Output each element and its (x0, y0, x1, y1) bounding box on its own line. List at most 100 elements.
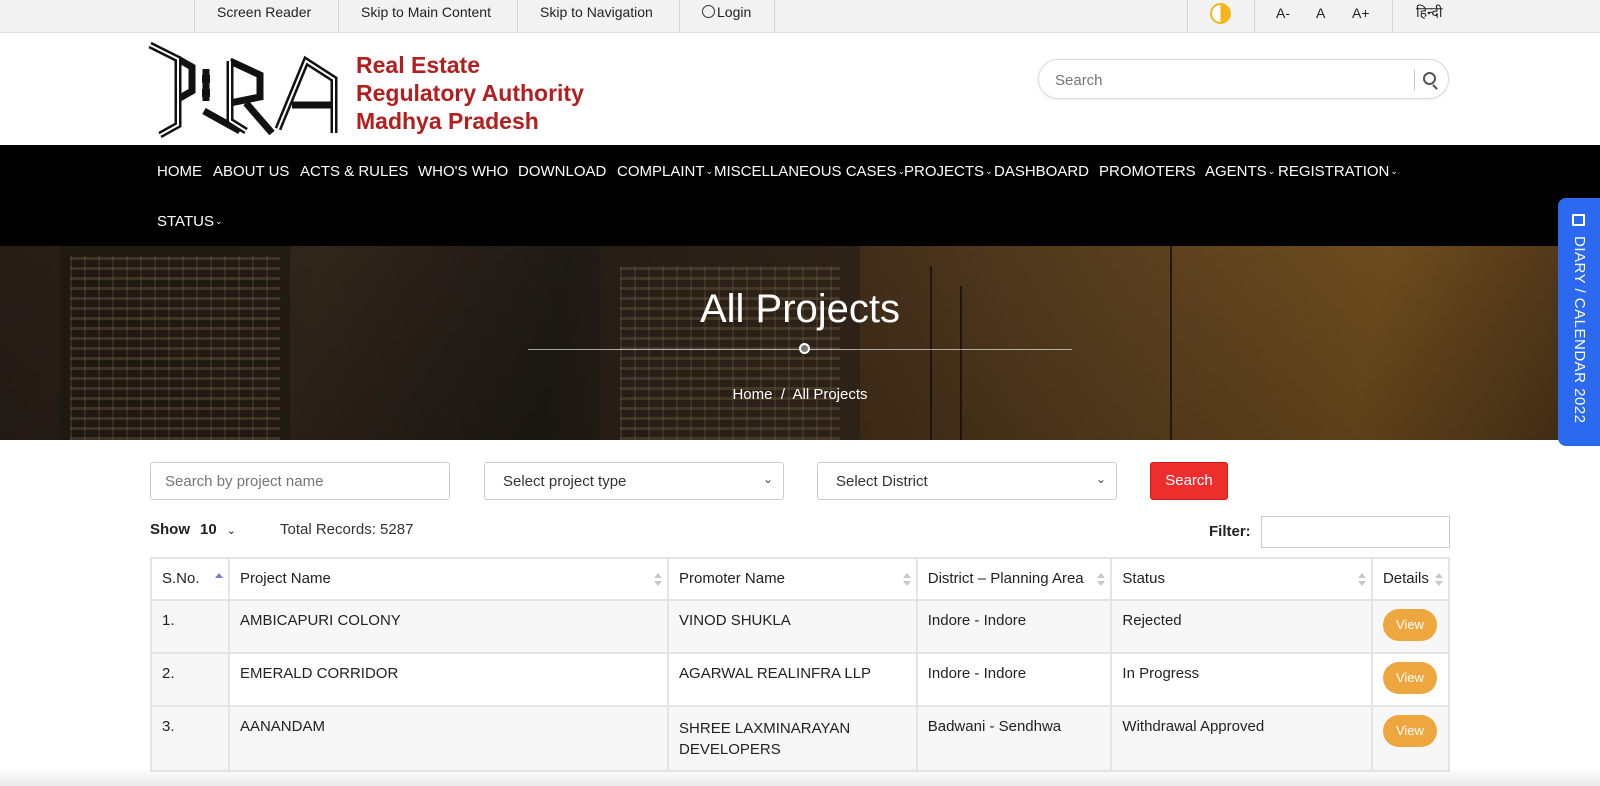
skip-main-content-link[interactable]: Skip to Main Content (338, 0, 513, 33)
cell-status: In Progress (1110, 652, 1373, 707)
header-search-input[interactable] (1055, 69, 1395, 91)
nav-item-projects[interactable]: PROJECTS⌄ (904, 163, 993, 180)
nav-item-projects-label: PROJECTS (904, 163, 985, 180)
page-title: All Projects (699, 287, 901, 331)
nav-item-status-label: STATUS (157, 213, 214, 230)
breadcrumb-home[interactable]: Home (732, 386, 772, 403)
nav-item-misc-label: MISCELLANEOUS CASES (714, 163, 897, 180)
cell-district: Badwani - Sendhwa (915, 705, 1113, 772)
nav-item-complaint-label: COMPLAINT (617, 163, 705, 180)
skip-navigation-link[interactable]: Skip to Navigation (517, 0, 675, 33)
nav-item-complaint[interactable]: COMPLAINT⌄ (617, 163, 713, 180)
table-row: 3. AANANDAM SHREE LAXMINARAYAN DEVELOPER… (150, 705, 1451, 772)
search-button[interactable]: Search (1150, 462, 1228, 500)
table-filter-input[interactable] (1261, 516, 1450, 548)
breadcrumb-separator: / (780, 386, 785, 403)
cell-district: Indore - Indore (915, 652, 1113, 707)
cell-status: Withdrawal Approved (1110, 705, 1373, 772)
chevron-down-icon: ⌄ (1095, 472, 1106, 486)
nav-item-acts-rules[interactable]: ACTS & RULES (300, 163, 408, 180)
nav-item-agents[interactable]: AGENTS⌄ (1205, 163, 1275, 180)
view-button[interactable]: View (1382, 662, 1437, 694)
breadcrumb: Home / All Projects (0, 386, 1600, 403)
screen-reader-link[interactable]: Screen Reader (194, 0, 333, 33)
cell-sno: 3. (150, 705, 230, 772)
column-header-status[interactable]: Status (1110, 557, 1373, 601)
view-button[interactable]: View (1382, 609, 1437, 641)
cell-details: View (1370, 705, 1451, 772)
user-icon (702, 5, 715, 18)
diary-calendar-tab[interactable]: DIARY / CALENDAR 2022 (1558, 198, 1600, 446)
nav-item-dashboard[interactable]: DASHBOARD (994, 163, 1089, 180)
nav-item-whos-who[interactable]: WHO'S WHO (418, 163, 508, 180)
column-header-label: Promoter Name (679, 570, 785, 587)
sort-icon (902, 573, 911, 587)
column-header-label: Project Name (239, 570, 331, 587)
cell-promoter-name: AGARWAL REALINFRA LLP (667, 652, 918, 707)
nav-item-home[interactable]: HOME (157, 163, 202, 180)
font-decrease-button[interactable]: A- (1276, 5, 1290, 21)
book-icon (1572, 214, 1585, 226)
divider (1254, 0, 1255, 33)
show-label: Show (150, 521, 190, 538)
cell-details: View (1370, 652, 1451, 707)
nav-item-promoters[interactable]: PROMOTERS (1099, 163, 1196, 180)
nav-item-about-us[interactable]: ABOUT US (213, 163, 289, 180)
sort-icon (654, 573, 663, 587)
cell-promoter-name: SHREE LAXMINARAYAN DEVELOPERS (667, 705, 918, 772)
header-search-box (1038, 59, 1449, 99)
cell-sno: 1. (150, 599, 230, 654)
search-divider (1414, 70, 1415, 90)
page-size-control[interactable]: Show 10 ⌄ (150, 521, 236, 538)
sort-icon (1097, 573, 1106, 587)
banner-crane (1170, 246, 1172, 440)
search-icon[interactable] (1423, 72, 1436, 85)
sort-icon (1435, 573, 1443, 587)
column-header-promoter-name[interactable]: Promoter Name (667, 557, 918, 601)
column-header-label: District – Planning Area (927, 570, 1084, 587)
project-type-select[interactable]: Select project type ⌄ (484, 462, 784, 500)
org-line-3: Madhya Pradesh (356, 108, 539, 134)
chevron-down-icon: ⌄ (214, 216, 223, 226)
cell-details: View (1370, 599, 1451, 654)
nav-item-download[interactable]: DOWNLOAD (518, 163, 606, 180)
cell-status: Rejected (1110, 599, 1373, 654)
contrast-toggle-icon[interactable] (1210, 3, 1231, 24)
table-row: 1. AMBICAPURI COLONY VINOD SHUKLA Indore… (150, 599, 1451, 654)
column-header-sno[interactable]: S.No. (150, 557, 230, 601)
district-value: Select District (836, 473, 928, 490)
nav-item-miscellaneous-cases[interactable]: MISCELLANEOUS CASES⌄ (714, 163, 905, 180)
column-header-label: Details (1382, 570, 1429, 587)
rera-logo[interactable] (146, 41, 340, 139)
logo-dot (202, 75, 210, 83)
site-header: Real Estate Regulatory Authority Madhya … (0, 33, 1600, 145)
sort-icon (1357, 573, 1366, 587)
font-increase-button[interactable]: A+ (1352, 5, 1370, 21)
view-button[interactable]: View (1382, 715, 1437, 747)
nav-item-status[interactable]: STATUS⌄ (157, 213, 223, 230)
district-select[interactable]: Select District ⌄ (817, 462, 1117, 500)
breadcrumb-current: All Projects (792, 386, 868, 403)
column-header-project-name[interactable]: Project Name (227, 557, 670, 601)
nav-item-registration-label: REGISTRATION (1278, 163, 1390, 180)
divider (1392, 0, 1393, 33)
language-toggle[interactable]: हिन्दी (1416, 3, 1442, 22)
font-normal-button[interactable]: A (1316, 5, 1325, 21)
column-header-label: S.No. (162, 570, 200, 587)
column-header-district[interactable]: District – Planning Area (915, 557, 1113, 601)
logo-dot (202, 89, 210, 97)
banner-building-windows (70, 256, 280, 440)
cell-sno: 2. (150, 652, 230, 707)
filter-label: Filter: (1209, 523, 1251, 540)
nav-item-registration[interactable]: REGISTRATION⌄ (1278, 163, 1398, 180)
main-navigation: HOME ABOUT US ACTS & RULES WHO'S WHO DOW… (0, 145, 1600, 246)
chevron-down-icon: ⌄ (1267, 166, 1276, 176)
cell-promoter-name: VINOD SHUKLA (667, 599, 918, 654)
login-link[interactable]: Login (679, 0, 773, 33)
projects-table: S.No. Project Name Promoter Name Distric… (150, 557, 1451, 772)
project-name-search-input[interactable] (150, 462, 450, 500)
cell-project-name: AANANDAM (227, 705, 670, 772)
chevron-down-icon: ⌄ (1390, 166, 1398, 176)
column-header-details[interactable]: Details (1370, 557, 1451, 601)
total-records: Total Records: 5287 (280, 521, 414, 538)
